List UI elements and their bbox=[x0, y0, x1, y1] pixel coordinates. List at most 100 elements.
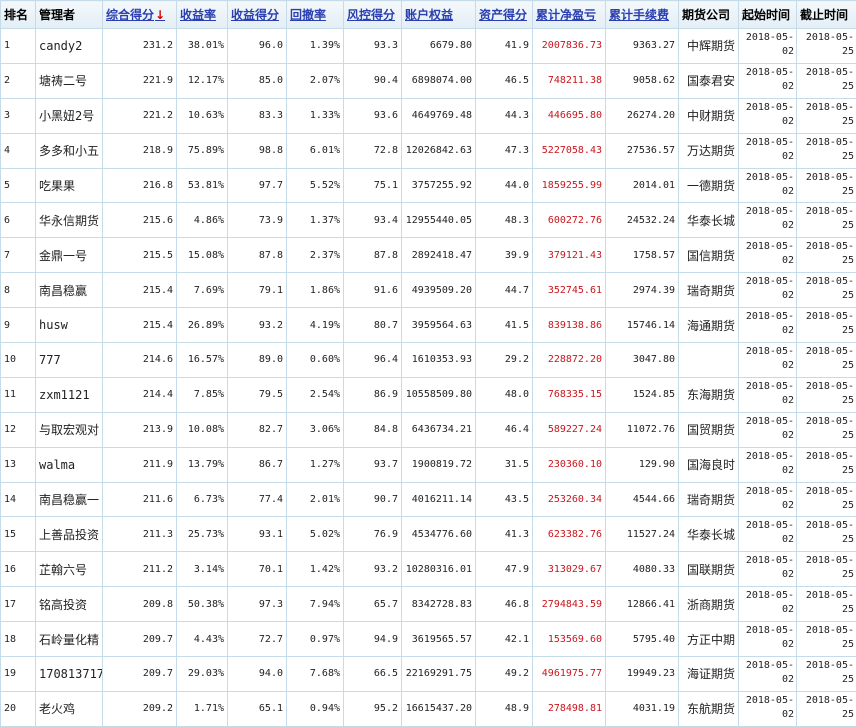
cell-start-date: 2018-05-02 bbox=[739, 133, 797, 168]
table-row: 13walma211.913.79%86.71.27%93.71900819.7… bbox=[1, 447, 856, 482]
cell-company: 瑞奇期货 bbox=[679, 273, 739, 308]
cell-equity: 6679.80 bbox=[402, 29, 476, 64]
cell-return-score: 79.5 bbox=[228, 377, 287, 412]
cell-risk-score: 96.4 bbox=[344, 343, 402, 378]
cell-composite: 211.3 bbox=[103, 517, 177, 552]
cell-risk-score: 93.4 bbox=[344, 203, 402, 238]
cell-drawdown: 6.01% bbox=[287, 133, 344, 168]
cell-return-score: 73.9 bbox=[228, 203, 287, 238]
cell-manager: 石岭量化精 bbox=[36, 622, 103, 657]
cell-end-date: 2018-05-25 bbox=[797, 482, 856, 517]
cell-end-date: 2018-05-25 bbox=[797, 98, 856, 133]
cell-start-date: 2018-05-02 bbox=[739, 168, 797, 203]
cell-net-profit: 253260.34 bbox=[533, 482, 606, 517]
cell-return-score: 93.2 bbox=[228, 308, 287, 343]
cell-return-rate: 3.14% bbox=[177, 552, 228, 587]
table-row: 17铭高投资209.850.38%97.37.94%65.78342728.83… bbox=[1, 587, 856, 622]
cell-net-profit: 839138.86 bbox=[533, 308, 606, 343]
cell-start-date: 2018-05-02 bbox=[739, 517, 797, 552]
cell-drawdown: 2.07% bbox=[287, 63, 344, 98]
cell-net-profit: 4961975.77 bbox=[533, 657, 606, 692]
cell-start-date: 2018-05-02 bbox=[739, 622, 797, 657]
cell-end-date: 2018-05-25 bbox=[797, 377, 856, 412]
cell-net-profit: 589227.24 bbox=[533, 412, 606, 447]
cell-asset-score: 42.1 bbox=[476, 622, 533, 657]
cell-end-date: 2018-05-25 bbox=[797, 412, 856, 447]
cell-start-date: 2018-05-02 bbox=[739, 691, 797, 726]
cell-rank: 17 bbox=[1, 587, 36, 622]
cell-rank: 18 bbox=[1, 622, 36, 657]
cell-net-profit: 278498.81 bbox=[533, 691, 606, 726]
col-return-rate-header[interactable]: 收益率 bbox=[177, 1, 228, 29]
cell-asset-score: 41.5 bbox=[476, 308, 533, 343]
cell-start-date: 2018-05-02 bbox=[739, 412, 797, 447]
header-row: 排名 管理者 综合得分↓ 收益率 收益得分 回撤率 风控得分 账户权益 资产得分… bbox=[1, 1, 856, 29]
col-net-profit-header[interactable]: 累计净盈亏 bbox=[533, 1, 606, 29]
cell-equity: 16615437.20 bbox=[402, 691, 476, 726]
cell-fees: 2014.01 bbox=[606, 168, 679, 203]
cell-return-score: 77.4 bbox=[228, 482, 287, 517]
cell-equity: 12955440.05 bbox=[402, 203, 476, 238]
cell-return-rate: 13.79% bbox=[177, 447, 228, 482]
col-fees-header[interactable]: 累计手续费 bbox=[606, 1, 679, 29]
cell-start-date: 2018-05-02 bbox=[739, 308, 797, 343]
cell-fees: 11072.76 bbox=[606, 412, 679, 447]
cell-composite: 215.5 bbox=[103, 238, 177, 273]
cell-return-score: 70.1 bbox=[228, 552, 287, 587]
col-risk-score-header[interactable]: 风控得分 bbox=[344, 1, 402, 29]
cell-manager: zxm1121 bbox=[36, 377, 103, 412]
cell-composite: 221.2 bbox=[103, 98, 177, 133]
cell-fees: 1758.57 bbox=[606, 238, 679, 273]
cell-manager: 170813717 bbox=[36, 657, 103, 692]
col-asset-score-header[interactable]: 资产得分 bbox=[476, 1, 533, 29]
cell-return-rate: 7.85% bbox=[177, 377, 228, 412]
table-row: 5吃果果216.853.81%97.75.52%75.13757255.9244… bbox=[1, 168, 856, 203]
cell-return-score: 83.3 bbox=[228, 98, 287, 133]
cell-equity: 3757255.92 bbox=[402, 168, 476, 203]
cell-company: 海通期货 bbox=[679, 308, 739, 343]
cell-manager: 南昌稳赢一 bbox=[36, 482, 103, 517]
cell-end-date: 2018-05-25 bbox=[797, 517, 856, 552]
cell-risk-score: 72.8 bbox=[344, 133, 402, 168]
table-row: 8南昌稳赢215.47.69%79.11.86%91.64939509.2044… bbox=[1, 273, 856, 308]
cell-composite: 215.4 bbox=[103, 308, 177, 343]
cell-start-date: 2018-05-02 bbox=[739, 63, 797, 98]
cell-risk-score: 93.7 bbox=[344, 447, 402, 482]
cell-end-date: 2018-05-25 bbox=[797, 308, 856, 343]
cell-end-date: 2018-05-25 bbox=[797, 273, 856, 308]
col-composite-header[interactable]: 综合得分↓ bbox=[103, 1, 177, 29]
cell-risk-score: 93.2 bbox=[344, 552, 402, 587]
col-rank-header: 排名 bbox=[1, 1, 36, 29]
cell-fees: 4544.66 bbox=[606, 482, 679, 517]
cell-rank: 5 bbox=[1, 168, 36, 203]
cell-fees: 12866.41 bbox=[606, 587, 679, 622]
cell-asset-score: 44.7 bbox=[476, 273, 533, 308]
cell-net-profit: 379121.43 bbox=[533, 238, 606, 273]
cell-rank: 9 bbox=[1, 308, 36, 343]
cell-end-date: 2018-05-25 bbox=[797, 552, 856, 587]
cell-manager: 金鼎一号 bbox=[36, 238, 103, 273]
cell-drawdown: 4.19% bbox=[287, 308, 344, 343]
cell-risk-score: 66.5 bbox=[344, 657, 402, 692]
cell-drawdown: 1.42% bbox=[287, 552, 344, 587]
cell-asset-score: 46.5 bbox=[476, 63, 533, 98]
cell-asset-score: 49.2 bbox=[476, 657, 533, 692]
cell-risk-score: 80.7 bbox=[344, 308, 402, 343]
col-drawdown-header[interactable]: 回撤率 bbox=[287, 1, 344, 29]
cell-composite: 214.6 bbox=[103, 343, 177, 378]
cell-return-score: 96.0 bbox=[228, 29, 287, 64]
cell-risk-score: 76.9 bbox=[344, 517, 402, 552]
cell-start-date: 2018-05-02 bbox=[739, 447, 797, 482]
col-equity-header[interactable]: 账户权益 bbox=[402, 1, 476, 29]
cell-end-date: 2018-05-25 bbox=[797, 203, 856, 238]
col-composite-label[interactable]: 综合得分 bbox=[106, 8, 154, 22]
cell-return-rate: 75.89% bbox=[177, 133, 228, 168]
col-return-score-header[interactable]: 收益得分 bbox=[228, 1, 287, 29]
cell-rank: 4 bbox=[1, 133, 36, 168]
cell-fees: 26274.20 bbox=[606, 98, 679, 133]
cell-return-rate: 6.73% bbox=[177, 482, 228, 517]
cell-fees: 24532.24 bbox=[606, 203, 679, 238]
cell-asset-score: 44.0 bbox=[476, 168, 533, 203]
cell-return-score: 94.0 bbox=[228, 657, 287, 692]
table-row: 12与取宏观对213.910.08%82.73.06%84.86436734.2… bbox=[1, 412, 856, 447]
